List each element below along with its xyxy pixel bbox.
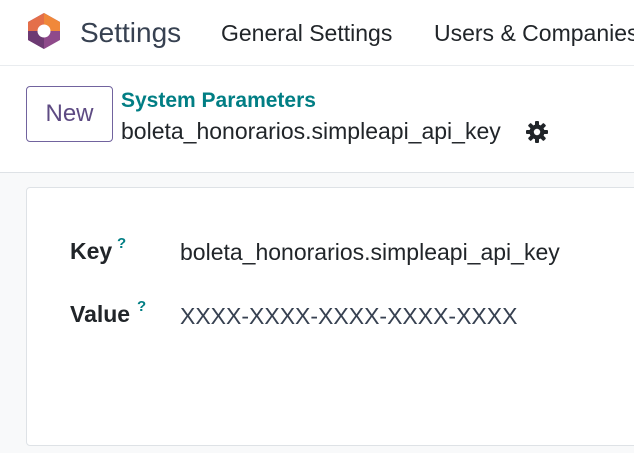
top-navbar: Settings General Settings Users & Compan… — [0, 0, 634, 66]
value-label: Value — [70, 301, 131, 327]
new-button[interactable]: New — [26, 86, 113, 142]
control-panel: New System Parameters boleta_honorarios.… — [0, 66, 634, 173]
app-title[interactable]: Settings — [80, 15, 181, 51]
key-field[interactable]: boleta_honorarios.simpleapi_api_key — [180, 237, 560, 267]
menu-general-settings[interactable]: General Settings — [221, 18, 392, 48]
form-sheet: Key ? boleta_honorarios.simpleapi_api_ke… — [26, 187, 634, 446]
value-field[interactable]: XXXX-XXXX-XXXX-XXXX-XXXX — [180, 301, 517, 331]
menu-users-companies[interactable]: Users & Companies — [434, 18, 634, 48]
breadcrumb-system-parameters[interactable]: System Parameters — [121, 88, 316, 114]
key-label: Key — [70, 238, 113, 264]
key-help-tooltip[interactable]: ? — [117, 236, 126, 252]
app-logo-icon[interactable] — [26, 12, 62, 50]
gear-icon[interactable] — [525, 120, 549, 144]
value-help-tooltip[interactable]: ? — [137, 299, 146, 315]
record-name: boleta_honorarios.simpleapi_api_key — [121, 118, 501, 144]
